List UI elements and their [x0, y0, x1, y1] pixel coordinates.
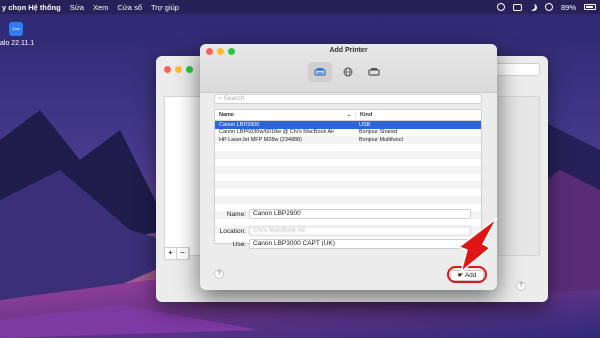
ip-printer-icon [343, 67, 353, 77]
menu-edit[interactable]: Sửa [70, 3, 84, 12]
windows-printer-icon [368, 68, 380, 76]
name-input[interactable]: Canon LBP2900 [249, 209, 471, 219]
default-printer-tab[interactable] [308, 62, 332, 82]
add-remove-control: + − [164, 247, 190, 260]
printer-table: Name ⌄ Kind Canon LBP2900 USB Canon LBP6… [214, 109, 482, 244]
use-select[interactable]: Canon LBP3000 CAPT (UK) [249, 239, 471, 249]
window-controls [164, 66, 193, 73]
zalo-app-icon[interactable]: Zalo [9, 22, 23, 36]
printer-list[interactable] [164, 96, 204, 256]
camera-icon[interactable] [512, 3, 522, 11]
empty-row [215, 159, 481, 167]
empty-row [215, 166, 481, 174]
location-field-row: Location: Chi's MacBook Air [214, 225, 471, 237]
add-printer-plus-button[interactable]: + [165, 248, 177, 259]
use-label: Use: [232, 240, 246, 248]
menu-window[interactable]: Cửa sổ [117, 3, 142, 12]
empty-row [215, 174, 481, 182]
location-input[interactable]: Chi's MacBook Air [249, 226, 471, 236]
focus-moon-icon[interactable] [530, 4, 537, 11]
help-button[interactable]: ? [214, 269, 224, 279]
search-placeholder: Search [223, 95, 245, 102]
battery-icon[interactable] [584, 4, 596, 10]
printer-search-input[interactable]: ⌕ Search [214, 94, 482, 104]
red-pointer-arrow-icon [457, 217, 498, 275]
column-kind[interactable]: Kind [355, 112, 481, 118]
zalo-app-label: alo 22.11.1 [0, 40, 35, 47]
app-menu[interactable]: y chọn Hệ thống [2, 3, 61, 12]
menu-view[interactable]: Xem [93, 3, 108, 12]
name-label: Name: [226, 210, 246, 218]
zalo-status-icon[interactable] [496, 3, 505, 11]
dialog-title: Add Printer [329, 47, 368, 54]
menu-help[interactable]: Trợ giúp [151, 3, 179, 12]
table-row[interactable]: HP LaserJet MFP M28w (234888) Bonjour Mu… [215, 136, 481, 144]
windows-printer-tab[interactable] [362, 62, 386, 82]
default-printer-icon [314, 68, 326, 76]
ip-printer-tab[interactable] [336, 62, 360, 82]
table-row[interactable]: Canon LBP6030w/6018w @ Chi's MacBook Air… [215, 129, 481, 137]
settings-search-field[interactable] [494, 63, 540, 76]
empty-row [215, 181, 481, 189]
zoom-button[interactable] [186, 66, 193, 73]
location-label: Location: [219, 227, 246, 235]
table-header: Name ⌄ Kind [215, 110, 481, 121]
empty-row [215, 144, 481, 152]
name-field-row: Name: Canon LBP2900 [214, 208, 471, 220]
empty-row [215, 196, 481, 204]
table-row[interactable]: Canon LBP2900 USB [215, 121, 481, 129]
battery-percent: 89% [560, 2, 576, 12]
close-button[interactable] [164, 66, 171, 73]
menubar: y chọn Hệ thống Sửa Xem Cửa sổ Trợ giúp … [0, 0, 600, 14]
use-field-row: Use: Canon LBP3000 CAPT (UK) [214, 238, 471, 250]
menubar-status-area: 89% [496, 0, 596, 14]
column-name[interactable]: Name ⌄ [215, 112, 355, 118]
bg-help-button[interactable]: ? [516, 281, 526, 291]
sort-arrow-icon: ⌄ [346, 112, 351, 118]
search-icon: ⌕ [218, 95, 222, 102]
remove-printer-button[interactable]: − [177, 248, 189, 259]
dialog-titlebar: Add Printer [200, 44, 497, 93]
minimize-button[interactable] [175, 66, 182, 73]
empty-row [215, 151, 481, 159]
empty-row [215, 189, 481, 197]
clock-icon[interactable] [544, 3, 553, 11]
